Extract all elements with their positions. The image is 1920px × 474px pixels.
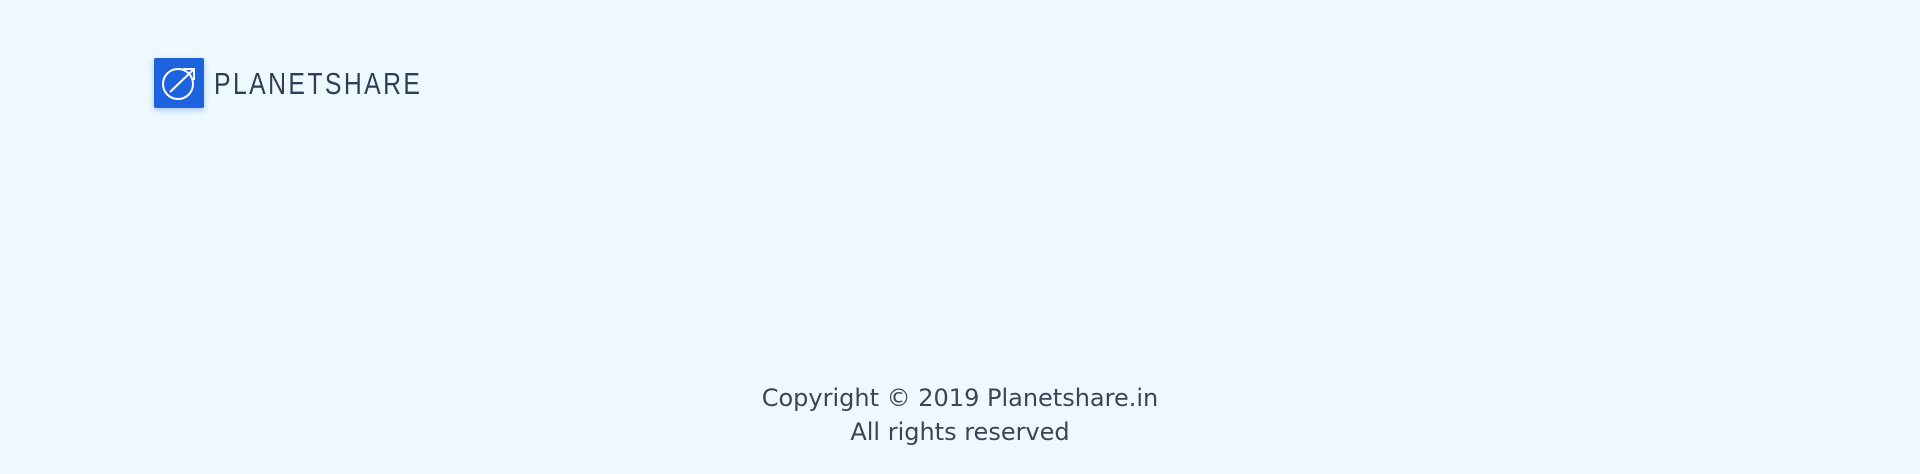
copyright-text: Copyright © 2019 bbox=[761, 384, 987, 412]
brand-name: PLANETSHARE bbox=[214, 65, 423, 101]
footer: Copyright © 2019 Planetshare.in All righ… bbox=[0, 381, 1920, 449]
planetshare-link[interactable]: Planetshare.in bbox=[987, 384, 1158, 412]
rights-text: All rights reserved bbox=[850, 418, 1070, 446]
share-arrow-icon bbox=[154, 58, 204, 108]
copyright-line: Copyright © 2019 Planetshare.in bbox=[0, 381, 1920, 415]
brand-home-link[interactable]: PLANETSHARE bbox=[154, 58, 474, 108]
